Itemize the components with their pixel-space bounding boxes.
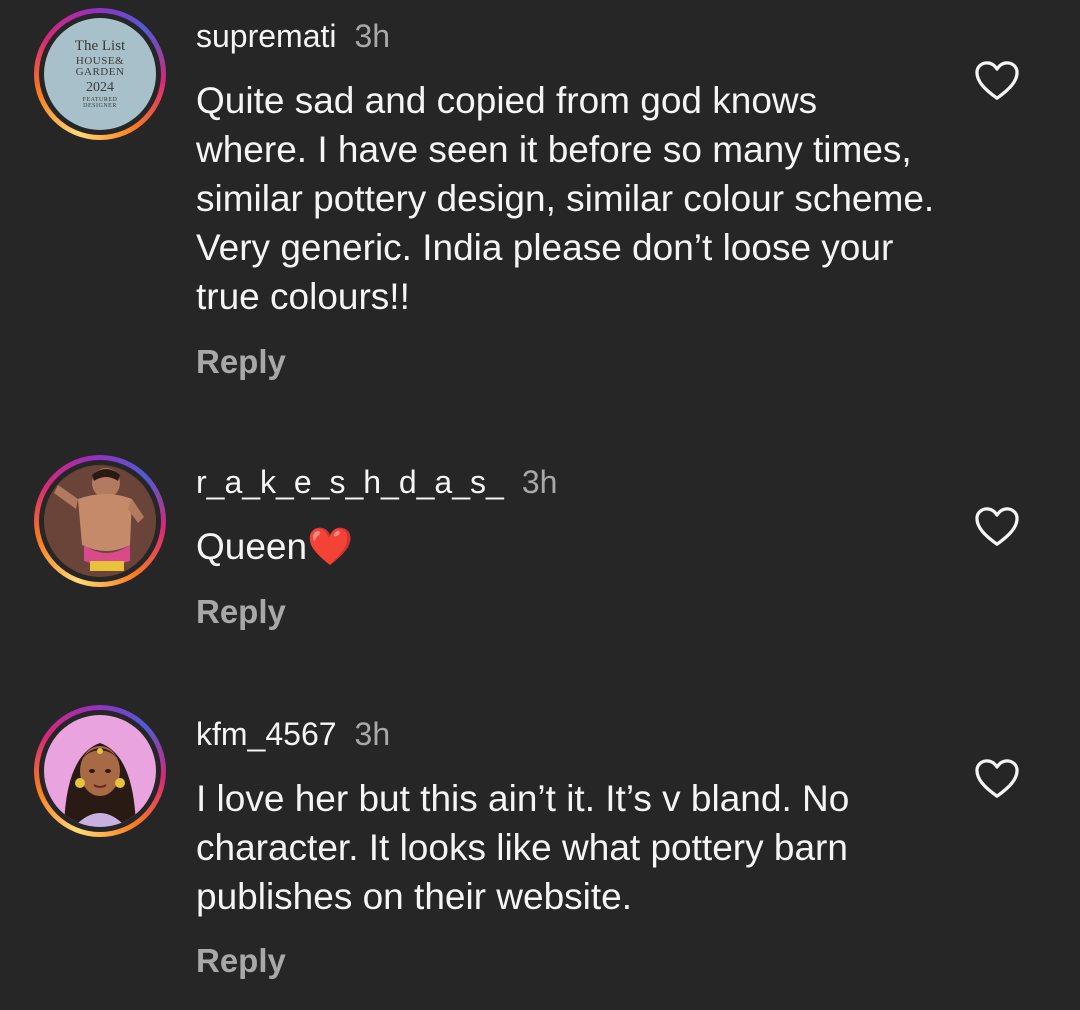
- heart-outline-icon[interactable]: [974, 758, 1020, 800]
- reply-button[interactable]: Reply: [196, 592, 286, 632]
- comment-header: kfm_4567 3h: [196, 714, 390, 754]
- reply-button[interactable]: Reply: [196, 941, 286, 981]
- reply-button[interactable]: Reply: [196, 342, 286, 382]
- red-heart-emoji: ❤️: [307, 526, 354, 567]
- avatar-story-ring[interactable]: [34, 455, 166, 587]
- username[interactable]: kfm_4567: [196, 716, 337, 752]
- comment-text-content: Queen: [196, 526, 308, 567]
- avatar-photo: [44, 465, 156, 577]
- timestamp: 3h: [521, 464, 558, 500]
- username[interactable]: r_a_k_e_s_h_d_a_s_: [196, 464, 504, 500]
- avatar-story-ring[interactable]: The List HOUSE& GARDEN 2024 FEATURED DES…: [34, 8, 166, 140]
- timestamp: 3h: [354, 18, 391, 54]
- timestamp: 3h: [354, 716, 391, 752]
- house-and-garden-badge-logo: The List HOUSE& GARDEN 2024 FEATURED DES…: [44, 18, 156, 130]
- avatar: The List HOUSE& GARDEN 2024 FEATURED DES…: [44, 18, 156, 130]
- avatar-illustration: [44, 715, 156, 827]
- username[interactable]: supremati: [196, 18, 337, 54]
- avatar: [44, 715, 156, 827]
- avatar: [44, 465, 156, 577]
- heart-outline-icon[interactable]: [974, 506, 1020, 548]
- comment-text: Quite sad and copied from god knows wher…: [196, 80, 935, 317]
- comment-text: Queen❤️: [196, 522, 936, 571]
- heart-outline-icon[interactable]: [974, 60, 1020, 102]
- comment-header: supremati 3h: [196, 16, 390, 56]
- avatar-story-ring[interactable]: [34, 705, 166, 837]
- comment-header: r_a_k_e_s_h_d_a_s_ 3h: [196, 462, 557, 502]
- comment-text: I love her but this ain’t it. It’s v bla…: [196, 778, 850, 917]
